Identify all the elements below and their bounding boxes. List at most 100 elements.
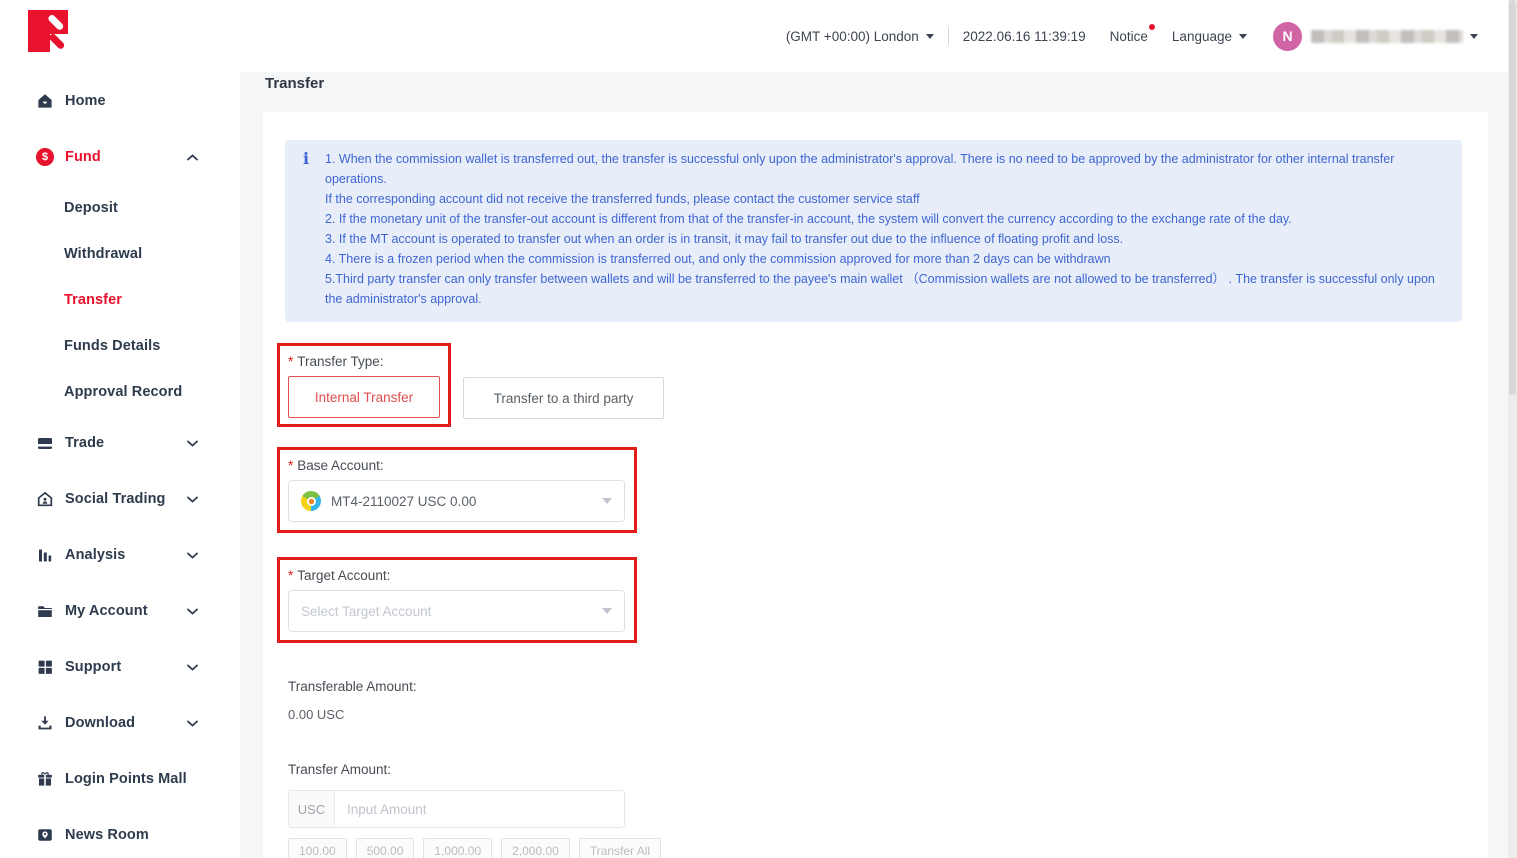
sidebar-item-label: Withdrawal (64, 246, 142, 262)
transferable-amount-value: 0.00 USC (288, 707, 1488, 722)
transferable-amount-label: Transferable Amount: (288, 679, 1488, 694)
note-line: If the corresponding account did not rec… (325, 189, 1440, 209)
sidebar-item-transfer[interactable]: Transfer (0, 277, 240, 323)
sidebar-item-label: Analysis (65, 547, 125, 563)
timezone-label: (GMT +00:00) London (786, 29, 919, 44)
timezone-select[interactable]: (GMT +00:00) London (786, 29, 934, 44)
note-line: 1. When the commission wallet is transfe… (325, 149, 1440, 189)
scrollbar[interactable] (1508, 0, 1517, 858)
user-menu[interactable]: N (1273, 22, 1478, 51)
transfer-all-button[interactable]: Transfer All (579, 838, 661, 858)
quick-amount-button[interactable]: 1,000.00 (423, 838, 492, 858)
sidebar-item-label: Transfer (64, 292, 122, 308)
sidebar-item-login-points-mall[interactable]: Login Points Mall (0, 751, 240, 807)
notification-dot (1149, 24, 1155, 30)
sidebar-item-support[interactable]: Support (0, 639, 240, 695)
sidebar-item-funds-details[interactable]: Funds Details (0, 323, 240, 369)
sidebar-item-label: Social Trading (65, 491, 166, 507)
gift-icon (36, 770, 54, 788)
notice-link[interactable]: Notice (1110, 29, 1148, 44)
scrollbar-thumb[interactable] (1509, 0, 1516, 395)
amount-input[interactable] (335, 791, 624, 827)
news-icon (36, 826, 54, 844)
chevron-down-icon (187, 720, 198, 727)
download-icon (36, 714, 54, 732)
main-content: Transfer i 1. When the commission wallet… (240, 72, 1508, 858)
analysis-icon (36, 546, 54, 564)
notice-label: Notice (1110, 29, 1148, 44)
topbar: (GMT +00:00) London 2022.06.16 11:39:19 … (240, 0, 1508, 72)
transfer-type-label: *Transfer Type: (288, 354, 440, 369)
chevron-down-icon (1239, 34, 1247, 39)
sidebar-item-my-account[interactable]: My Account (0, 583, 240, 639)
base-account-select[interactable]: MT4-2110027 USC 0.00 (288, 480, 625, 522)
sidebar-item-approval-record[interactable]: Approval Record (0, 369, 240, 415)
support-icon (36, 658, 54, 676)
chevron-down-icon (187, 440, 198, 447)
chevron-down-icon (187, 664, 198, 671)
language-select[interactable]: Language (1172, 29, 1247, 44)
required-marker: * (288, 354, 293, 369)
quick-amount-button[interactable]: 100.00 (288, 838, 347, 858)
sidebar-item-home[interactable]: Home (0, 73, 240, 129)
sidebar-item-news-room[interactable]: News Room (0, 807, 240, 858)
third-party-transfer-button[interactable]: Transfer to a third party (463, 377, 664, 419)
chevron-down-icon (187, 496, 198, 503)
sidebar-item-trade[interactable]: Trade (0, 415, 240, 471)
amount-input-group: USC (288, 790, 625, 828)
page-title: Transfer (265, 75, 324, 92)
note-line: 2. If the monetary unit of the transfer-… (325, 209, 1440, 229)
sidebar-item-label: Approval Record (64, 384, 182, 400)
sidebar-item-analysis[interactable]: Analysis (0, 527, 240, 583)
sidebar-item-social-trading[interactable]: Social Trading (0, 471, 240, 527)
sidebar: Home $ Fund Deposit Withdrawal Transfer … (0, 0, 240, 858)
mt4-icon (301, 491, 321, 511)
home-icon (36, 92, 54, 110)
sidebar-item-download[interactable]: Download (0, 695, 240, 751)
chevron-down-icon (187, 552, 198, 559)
target-account-placeholder: Select Target Account (301, 604, 431, 619)
sidebar-item-label: Login Points Mall (65, 771, 187, 787)
internal-transfer-button[interactable]: Internal Transfer (288, 376, 440, 418)
chevron-down-icon (187, 608, 198, 615)
sidebar-item-label: Support (65, 659, 121, 675)
chevron-up-icon (187, 154, 198, 161)
note-line: 5.Third party transfer can only transfer… (325, 269, 1440, 309)
quick-amount-button[interactable]: 2,000.00 (501, 838, 570, 858)
fund-icon: $ (36, 148, 54, 166)
target-account-annotation-box: *Target Account: Select Target Account (277, 557, 637, 643)
chevron-down-icon (602, 498, 612, 504)
sidebar-menu: Home $ Fund Deposit Withdrawal Transfer … (0, 70, 240, 858)
sidebar-item-withdrawal[interactable]: Withdrawal (0, 231, 240, 277)
sidebar-item-label: Trade (65, 435, 104, 451)
chevron-down-icon (926, 34, 934, 39)
transfer-panel: i 1. When the commission wallet is trans… (263, 112, 1488, 858)
currency-prefix: USC (289, 791, 335, 827)
info-icon: i (303, 149, 309, 169)
sidebar-item-label: Download (65, 715, 135, 731)
target-account-label: *Target Account: (288, 568, 625, 583)
info-notes: i 1. When the commission wallet is trans… (285, 140, 1462, 322)
chevron-down-icon (1470, 34, 1478, 39)
sidebar-item-label: News Room (65, 827, 149, 843)
language-label: Language (1172, 29, 1232, 44)
transfer-type-annotation-box: *Transfer Type: Internal Transfer (277, 343, 451, 427)
datetime-text: 2022.06.16 11:39:19 (963, 29, 1086, 44)
transfer-type-row: *Transfer Type: Internal Transfer Transf… (277, 343, 1488, 427)
transfer-amount-label: Transfer Amount: (288, 762, 1488, 777)
note-line: 3. If the MT account is operated to tran… (325, 229, 1440, 249)
quick-amount-row: 100.00 500.00 1,000.00 2,000.00 Transfer… (288, 838, 1488, 858)
sidebar-item-fund[interactable]: $ Fund (0, 129, 240, 185)
trade-icon (36, 434, 54, 452)
quick-amount-button[interactable]: 500.00 (356, 838, 415, 858)
sidebar-item-label: Funds Details (64, 338, 160, 354)
header-divider (948, 27, 949, 45)
sidebar-item-deposit[interactable]: Deposit (0, 185, 240, 231)
sidebar-item-label: Home (65, 93, 106, 109)
required-marker: * (288, 568, 293, 583)
my-account-icon (36, 602, 54, 620)
target-account-select[interactable]: Select Target Account (288, 590, 625, 632)
note-line: 4. There is a frozen period when the com… (325, 249, 1440, 269)
brand-logo[interactable] (28, 10, 76, 60)
avatar: N (1273, 22, 1302, 51)
